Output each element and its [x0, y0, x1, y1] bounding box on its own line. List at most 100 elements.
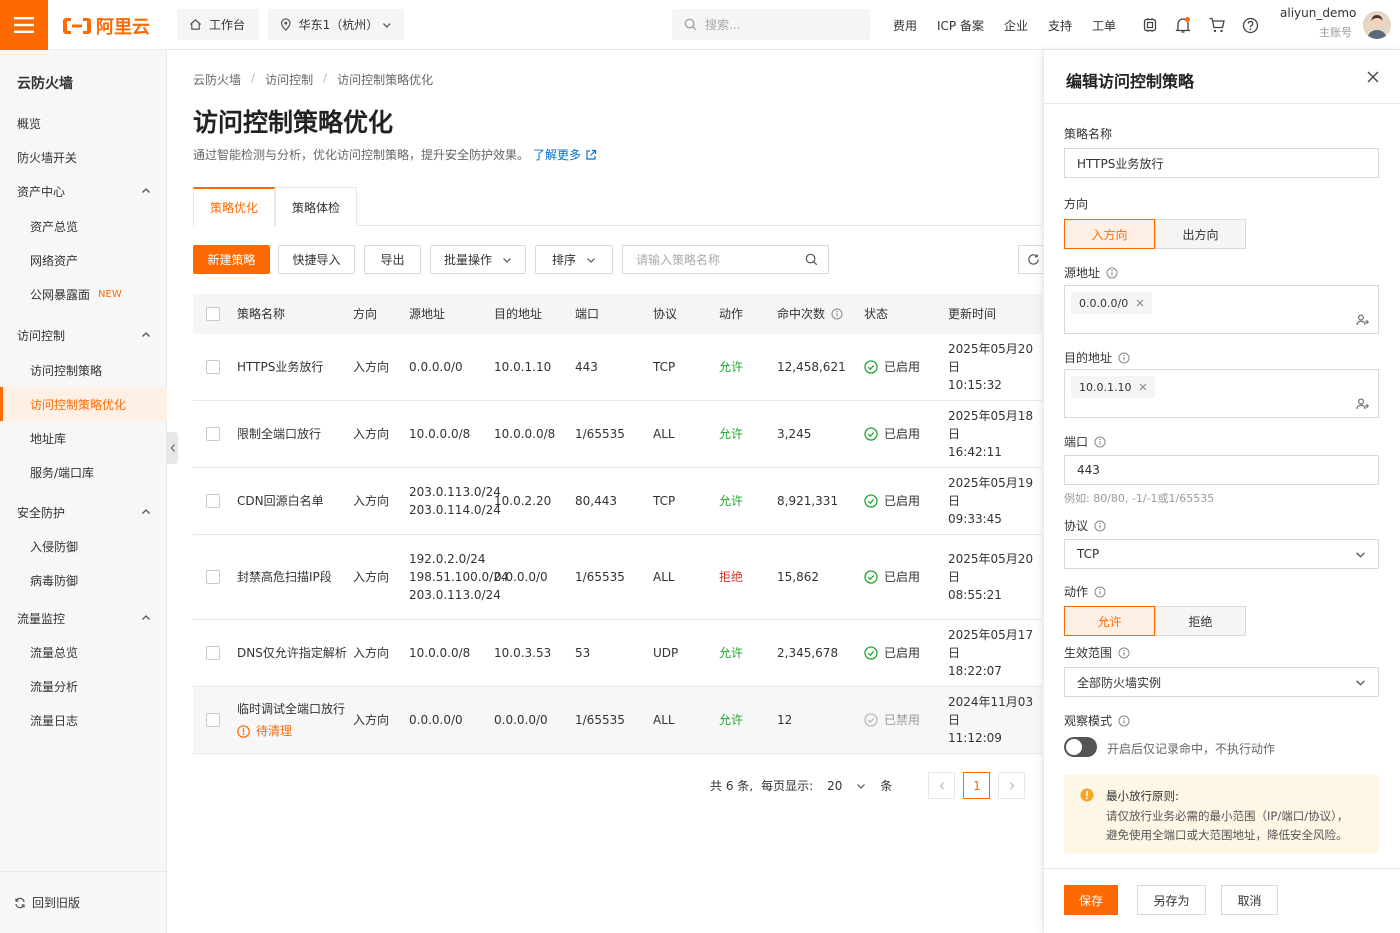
- menu-icon[interactable]: [0, 0, 48, 50]
- sidebar-collapse-handle[interactable]: [167, 432, 178, 464]
- quick-import-button[interactable]: 快捷导入: [278, 245, 355, 274]
- port-input[interactable]: 443: [1064, 455, 1379, 485]
- info-icon[interactable]: [1118, 352, 1130, 364]
- info-icon[interactable]: [1094, 586, 1106, 598]
- cell-policy-name[interactable]: 限制全端口放行: [237, 425, 321, 443]
- global-search-input[interactable]: 搜索...: [672, 9, 870, 40]
- avatar[interactable]: [1363, 11, 1391, 39]
- sidebar-item-network-assets[interactable]: 网络资产: [0, 243, 167, 277]
- external-link-icon[interactable]: [585, 149, 597, 161]
- row-checkbox[interactable]: [206, 427, 220, 441]
- info-icon[interactable]: [1118, 647, 1130, 659]
- prev-page-button[interactable]: [928, 772, 956, 799]
- table-row[interactable]: 封禁高危扫描IP段 入方向 192.0.2.0/24 198.51.100.0/24 2…: [193, 535, 1042, 620]
- nav-link-support[interactable]: 支持: [1048, 17, 1072, 34]
- breadcrumb-item[interactable]: 访问控制: [265, 71, 313, 88]
- user-info[interactable]: aliyun_demo 主账号: [1280, 6, 1356, 40]
- cell-policy-name[interactable]: DNS仅允许指定解析: [237, 644, 347, 662]
- cell-policy-name[interactable]: HTTPS业务放行: [237, 358, 323, 376]
- region-selector[interactable]: 华东1（杭州）: [268, 9, 404, 40]
- sidebar-item-acl-optimize[interactable]: 访问控制策略优化: [0, 387, 167, 421]
- new-policy-button[interactable]: 新建策略: [193, 245, 270, 274]
- cloud-shell-icon[interactable]: [1142, 17, 1158, 33]
- aliyun-logo[interactable]: 阿里云: [62, 13, 150, 39]
- sort-dropdown[interactable]: 排序: [535, 245, 613, 274]
- observe-mode-switch[interactable]: [1064, 737, 1097, 757]
- cell-policy-name[interactable]: CDN回源白名单: [237, 492, 324, 510]
- sidebar-group-assets[interactable]: 资产中心: [0, 174, 167, 208]
- cell-policy-name[interactable]: 封禁高危扫描IP段: [237, 568, 332, 586]
- export-button[interactable]: 导出: [364, 245, 421, 274]
- close-icon[interactable]: [1139, 383, 1147, 391]
- protocol-select[interactable]: TCP: [1064, 539, 1379, 569]
- page-size-select[interactable]: 20: [821, 779, 872, 793]
- sidebar-group-security[interactable]: 安全防护: [0, 495, 167, 529]
- destination-address-input[interactable]: 10.0.1.10: [1064, 369, 1379, 418]
- row-checkbox[interactable]: [206, 494, 220, 508]
- bell-icon[interactable]: [1174, 16, 1192, 34]
- table-row[interactable]: 临时调试全端口放行 待清理 入方向 0.0.0.0/0 0.0.0.0/0 1/65535…: [193, 687, 1042, 754]
- next-page-button[interactable]: [998, 772, 1026, 799]
- sidebar-item-traffic-overview[interactable]: 流量总览: [0, 635, 167, 669]
- row-checkbox[interactable]: [206, 713, 220, 727]
- cart-icon[interactable]: [1208, 16, 1226, 34]
- close-icon[interactable]: [1366, 70, 1380, 84]
- scope-select[interactable]: 全部防火墙实例: [1064, 667, 1379, 697]
- sidebar-item-overview[interactable]: 概览: [0, 106, 167, 140]
- table-row[interactable]: DNS仅允许指定解析 入方向 10.0.0.0/8 10.0.3.53 53 UDP 允许 2…: [193, 620, 1042, 687]
- table-row[interactable]: CDN回源白名单 入方向 203.0.113.0/24 203.0.114.0/24 1…: [193, 468, 1042, 535]
- nav-link-ticket[interactable]: 工单: [1092, 17, 1116, 34]
- learn-more-link[interactable]: 了解更多: [533, 146, 581, 163]
- batch-actions-dropdown[interactable]: 批量操作: [430, 245, 526, 274]
- row-checkbox[interactable]: [206, 360, 220, 374]
- sidebar-item-firewall-switch[interactable]: 防火墙开关: [0, 140, 167, 174]
- sidebar-item-traffic-log[interactable]: 流量日志: [0, 703, 167, 737]
- sidebar-item-address-book[interactable]: 地址库: [0, 421, 167, 455]
- info-icon[interactable]: [1118, 715, 1130, 727]
- workbench-button[interactable]: 工作台: [177, 9, 259, 40]
- page-button-current[interactable]: 1: [963, 772, 991, 799]
- source-address-input[interactable]: 0.0.0.0/0: [1064, 285, 1379, 334]
- info-icon[interactable]: [831, 308, 843, 320]
- row-checkbox[interactable]: [206, 570, 220, 584]
- breadcrumb-item[interactable]: 云防火墙: [193, 71, 241, 88]
- close-icon[interactable]: [1136, 299, 1144, 307]
- policy-search-input[interactable]: 请输入策略名称: [622, 245, 829, 274]
- save-button[interactable]: 保存: [1064, 885, 1118, 915]
- search-icon[interactable]: [805, 253, 818, 266]
- sidebar-item-ips[interactable]: 入侵防御: [0, 529, 167, 563]
- info-icon[interactable]: [1094, 436, 1106, 448]
- sidebar-item-antivirus[interactable]: 病毒防御: [0, 563, 167, 597]
- sidebar-group-access-control[interactable]: 访问控制: [0, 318, 167, 352]
- info-icon[interactable]: [1106, 267, 1118, 279]
- select-all-checkbox[interactable]: [206, 307, 220, 321]
- direction-inbound-option[interactable]: 入方向: [1064, 219, 1155, 249]
- info-icon[interactable]: [1094, 520, 1106, 532]
- action-allow-option[interactable]: 允许: [1064, 606, 1155, 636]
- nav-link-billing[interactable]: 费用: [893, 17, 917, 34]
- add-address-icon[interactable]: [1356, 314, 1370, 326]
- sidebar-item-public-exposure[interactable]: 公网暴露面 NEW: [0, 277, 167, 311]
- tab-policy-checkup[interactable]: 策略体检: [275, 187, 357, 226]
- direction-outbound-option[interactable]: 出方向: [1155, 219, 1246, 249]
- table-header: 策略名称 方向 源地址 目的地址 端口 协议 动作 命中次数 状态 更新时间: [193, 294, 1042, 334]
- save-as-button[interactable]: 另存为: [1137, 885, 1206, 915]
- table-row[interactable]: HTTPS业务放行 入方向 0.0.0.0/0 10.0.1.10 443 TCP 允许 12…: [193, 334, 1042, 401]
- add-address-icon[interactable]: [1356, 398, 1370, 410]
- nav-link-icp[interactable]: ICP 备案: [937, 17, 984, 34]
- sidebar-group-traffic[interactable]: 流量监控: [0, 601, 167, 635]
- table-row[interactable]: 限制全端口放行 入方向 10.0.0.0/8 10.0.0.0/8 1/65535 ALL…: [193, 401, 1042, 468]
- row-checkbox[interactable]: [206, 646, 220, 660]
- sidebar-item-traffic-analysis[interactable]: 流量分析: [0, 669, 167, 703]
- cancel-button[interactable]: 取消: [1221, 885, 1278, 915]
- sidebar-item-acl-policy[interactable]: 访问控制策略: [0, 353, 167, 387]
- policy-name-input[interactable]: HTTPS业务放行: [1064, 148, 1379, 178]
- sidebar-item-asset-overview[interactable]: 资产总览: [0, 209, 167, 243]
- action-deny-option[interactable]: 拒绝: [1155, 606, 1246, 636]
- help-icon[interactable]: [1242, 17, 1259, 34]
- back-to-legacy-link[interactable]: 回到旧版: [0, 871, 167, 933]
- tab-policy-optimize[interactable]: 策略优化: [193, 187, 275, 226]
- nav-link-enterprise[interactable]: 企业: [1004, 17, 1028, 34]
- cell-policy-name[interactable]: 临时调试全端口放行: [237, 700, 345, 718]
- sidebar-item-service-port-book[interactable]: 服务/端口库: [0, 455, 167, 489]
